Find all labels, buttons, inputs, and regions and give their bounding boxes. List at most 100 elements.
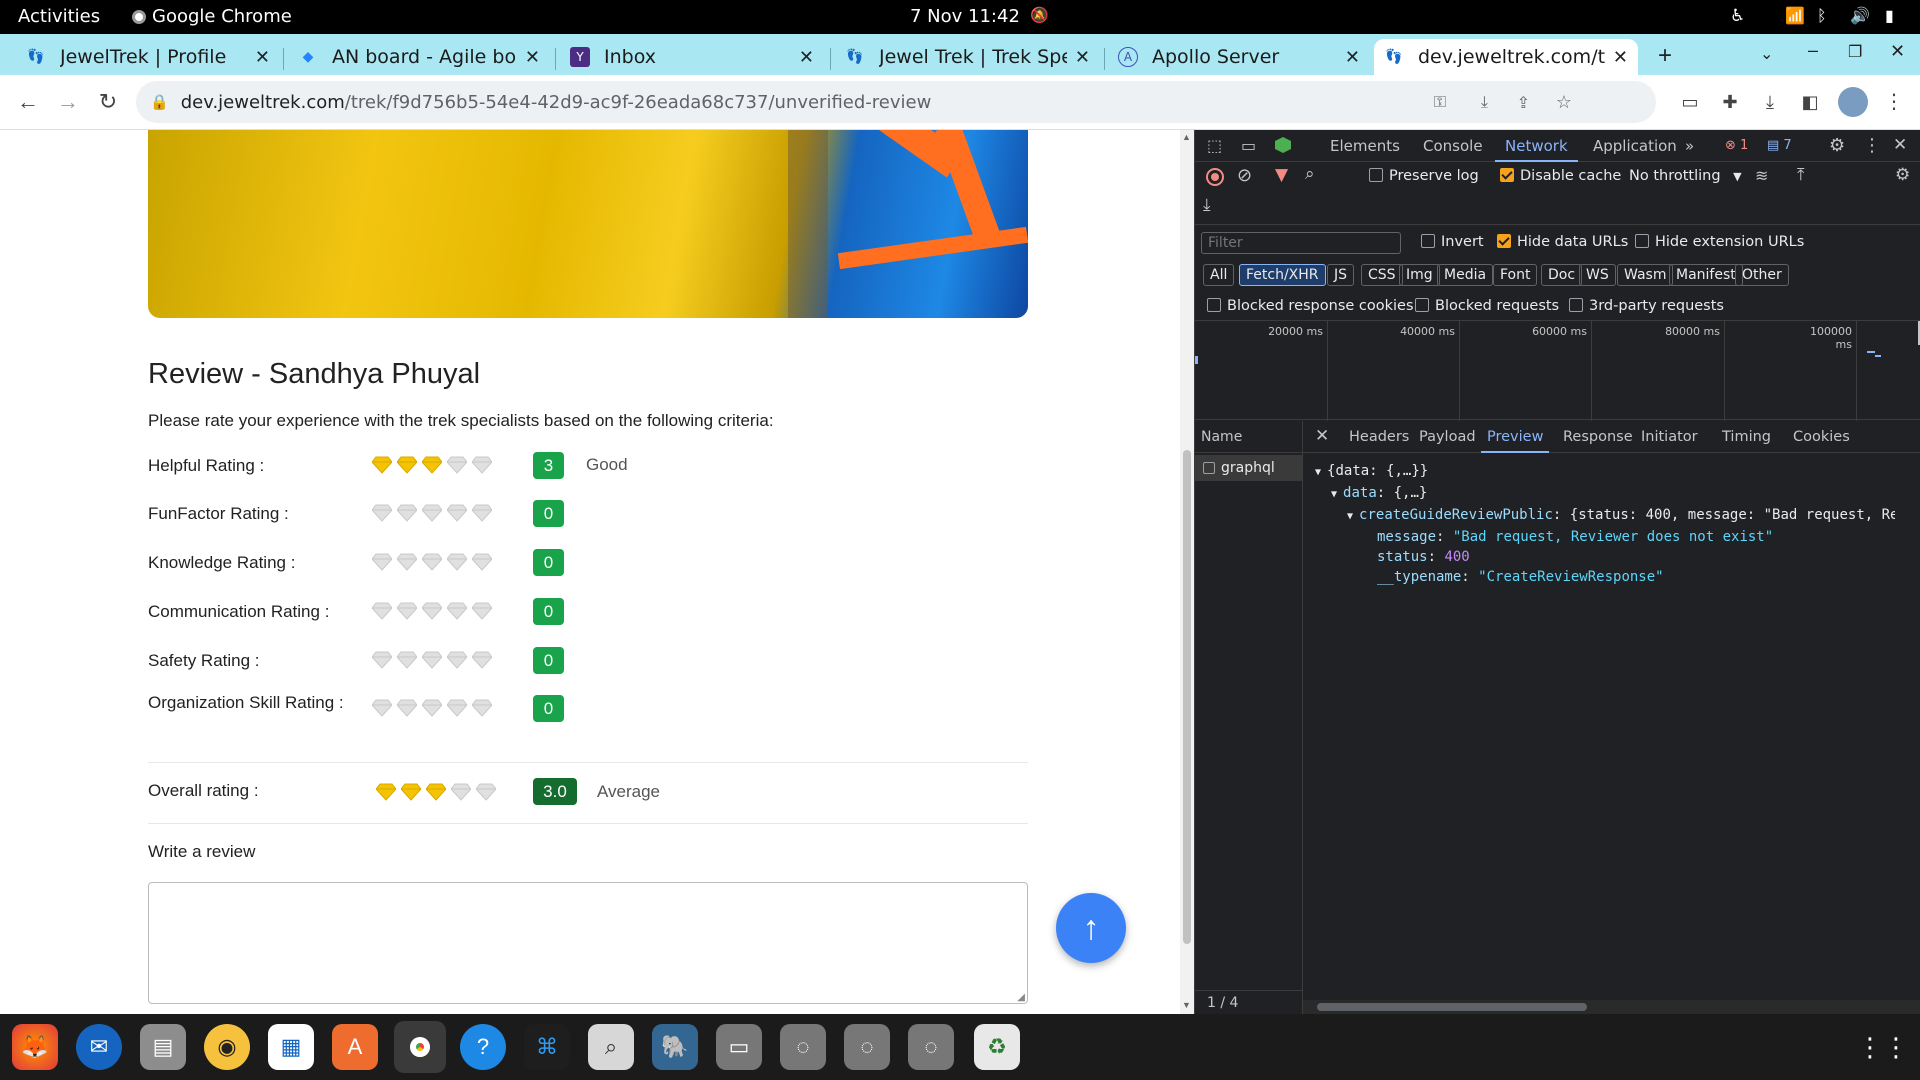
tab-search-icon[interactable]: ⌄ (1760, 44, 1773, 64)
request-row-graphql[interactable]: graphql (1195, 455, 1302, 481)
diamond-rating-icon[interactable] (397, 602, 417, 620)
diamond-rating-icon[interactable] (422, 602, 442, 620)
diamond-rating-icon[interactable] (422, 456, 442, 474)
drive-icon[interactable]: ◌ (908, 1024, 954, 1070)
diamond-rating-icon[interactable] (447, 456, 467, 474)
type-filter-css[interactable]: CSS (1361, 264, 1403, 286)
forward-icon[interactable]: → (54, 88, 82, 116)
scroll-up-arrow-icon[interactable]: ▲ (1182, 132, 1191, 142)
tab-active-review[interactable]: 👣 dev.jeweltrek.com/trek ✕ (1374, 39, 1638, 75)
diamond-rating-icon[interactable] (472, 504, 492, 522)
new-tab-icon[interactable]: + (1658, 42, 1672, 70)
diamond-rating-icon[interactable] (472, 553, 492, 571)
network-filter-input[interactable] (1201, 232, 1401, 254)
search-icon[interactable]: ⌕ (1305, 164, 1315, 184)
import-har-icon[interactable]: ⤒ (1797, 165, 1805, 185)
horizontal-scrollbar[interactable] (1303, 1000, 1920, 1014)
extensions-icon[interactable]: ✚ (1716, 88, 1744, 116)
diamond-rating-icon[interactable] (397, 553, 417, 571)
diamond-rating-icon[interactable] (372, 602, 392, 620)
detail-tab-payload[interactable]: Payload (1413, 421, 1482, 453)
diamond-rating-icon[interactable] (472, 456, 492, 474)
close-window-icon[interactable]: ✕ (1890, 41, 1905, 62)
downloads-icon[interactable]: ⤓ (1756, 88, 1784, 116)
detail-tab-preview[interactable]: Preview (1481, 421, 1550, 453)
diamond-rating-icon[interactable] (447, 553, 467, 571)
resize-handle-icon[interactable]: ◢ (1017, 992, 1025, 1003)
tab-trek-specialist[interactable]: 👣 Jewel Trek | Trek Specialist ✕ (835, 39, 1100, 75)
show-apps-icon[interactable]: ⋮⋮ (1857, 1024, 1909, 1070)
type-filter-doc[interactable]: Doc (1541, 264, 1583, 286)
tab-inbox[interactable]: Y Inbox ✕ (560, 39, 824, 75)
blocked-requests-checkbox[interactable]: Blocked requests (1415, 298, 1559, 314)
inspect-element-icon[interactable]: ⬚ (1207, 136, 1222, 155)
third-party-checkbox[interactable]: 3rd-party requests (1569, 298, 1724, 314)
type-filter-img[interactable]: Img (1399, 264, 1440, 286)
devtools-menu-icon[interactable]: ⋮ (1863, 135, 1881, 156)
diamond-rating-icon[interactable] (397, 651, 417, 669)
screenshot-icon[interactable]: ⌕ (588, 1024, 634, 1070)
minimize-icon[interactable]: – (1808, 40, 1818, 61)
diamond-rating-icon[interactable] (401, 783, 421, 801)
detail-tab-response[interactable]: Response (1557, 421, 1639, 453)
address-bar[interactable]: 🔒 dev.jeweltrek.com/trek/f9d756b5-54e4-4… (136, 81, 1656, 123)
preview-status-field[interactable]: status: 400 (1315, 547, 1920, 567)
type-filter-fetchxhr[interactable]: Fetch/XHR (1239, 264, 1326, 286)
diamond-rating-icon[interactable] (422, 504, 442, 522)
close-devtools-icon[interactable]: ✕ (1893, 135, 1907, 155)
writer-icon[interactable]: ▦ (268, 1024, 314, 1070)
name-column-header[interactable]: Name (1195, 421, 1302, 453)
back-icon[interactable]: ← (14, 88, 42, 116)
close-tab-icon[interactable]: ✕ (1075, 47, 1090, 68)
disk-icon[interactable]: ▭ (716, 1024, 762, 1070)
tab-jeweltrek-profile[interactable]: 👣 JewelTrek | Profile ✕ (16, 39, 280, 75)
pgadmin-icon[interactable]: 🐘 (652, 1024, 698, 1070)
device-toolbar-icon[interactable]: ▭ (1241, 136, 1256, 155)
type-filter-font[interactable]: Font (1493, 264, 1538, 286)
app-center-icon[interactable]: A (332, 1024, 378, 1070)
devtools-tab-elements[interactable]: Elements (1330, 130, 1400, 162)
close-tab-icon[interactable]: ✕ (1345, 47, 1360, 68)
help-icon[interactable]: ? (460, 1024, 506, 1070)
install-app-icon[interactable]: ⤓ (1481, 92, 1488, 112)
devtools-tab-console[interactable]: Console (1423, 130, 1483, 162)
trash-icon[interactable]: ♻ (974, 1024, 1020, 1070)
cast-icon[interactable]: ▭ (1676, 88, 1704, 116)
network-settings-icon[interactable]: ⚙ (1895, 165, 1910, 185)
type-filter-js[interactable]: JS (1327, 264, 1355, 286)
firefox-icon[interactable]: 🦊 (12, 1024, 58, 1070)
export-har-icon[interactable]: ⤓ (1203, 195, 1211, 215)
preview-typename-field[interactable]: __typename: "CreateReviewResponse" (1315, 567, 1920, 587)
app-menu[interactable]: Google Chrome (132, 6, 292, 27)
type-filter-ws[interactable]: WS (1579, 264, 1616, 286)
disable-cache-checkbox[interactable]: Disable cache (1500, 168, 1621, 184)
rhythmbox-icon[interactable]: ◉ (204, 1024, 250, 1070)
restore-icon[interactable]: ❐ (1848, 42, 1862, 62)
bookmark-star-icon[interactable]: ☆ (1556, 92, 1572, 113)
diamond-rating-icon[interactable] (397, 504, 417, 522)
detail-tab-timing[interactable]: Timing (1716, 421, 1777, 453)
error-count[interactable]: ⊗ 1 (1725, 138, 1748, 153)
close-detail-icon[interactable]: ✕ (1315, 426, 1329, 446)
message-count[interactable]: ▤ 7 (1767, 138, 1792, 153)
devtools-tab-application[interactable]: Application (1593, 130, 1677, 162)
diamond-rating-icon[interactable] (447, 602, 467, 620)
record-icon[interactable] (1206, 168, 1224, 186)
preview-message-field[interactable]: message: "Bad request, Reviewer does not… (1315, 527, 1920, 547)
network-conditions-icon[interactable]: ≋ (1755, 166, 1768, 185)
vscode-icon[interactable]: ⌘ (524, 1024, 570, 1070)
type-filter-all[interactable]: All (1203, 264, 1235, 286)
share-icon[interactable]: ⇪ (1517, 93, 1530, 112)
chrome-dock-icon[interactable] (394, 1021, 446, 1073)
wifi-icon[interactable]: 📶 (1785, 6, 1805, 25)
diamond-rating-icon[interactable] (372, 504, 392, 522)
more-tabs-icon[interactable]: » (1685, 130, 1694, 162)
type-filter-manifest[interactable]: Manifest (1669, 264, 1743, 286)
diamond-rating-icon[interactable] (422, 651, 442, 669)
network-overview-timeline[interactable]: 20000 ms 40000 ms 60000 ms 80000 ms 100000 m… (1195, 320, 1920, 421)
reload-icon[interactable]: ↻ (94, 88, 122, 116)
diamond-rating-icon[interactable] (372, 456, 392, 474)
detail-tab-cookies[interactable]: Cookies (1787, 421, 1856, 453)
drive-icon[interactable]: ◌ (780, 1024, 826, 1070)
blocked-cookies-checkbox[interactable]: Blocked response cookies (1207, 298, 1414, 314)
